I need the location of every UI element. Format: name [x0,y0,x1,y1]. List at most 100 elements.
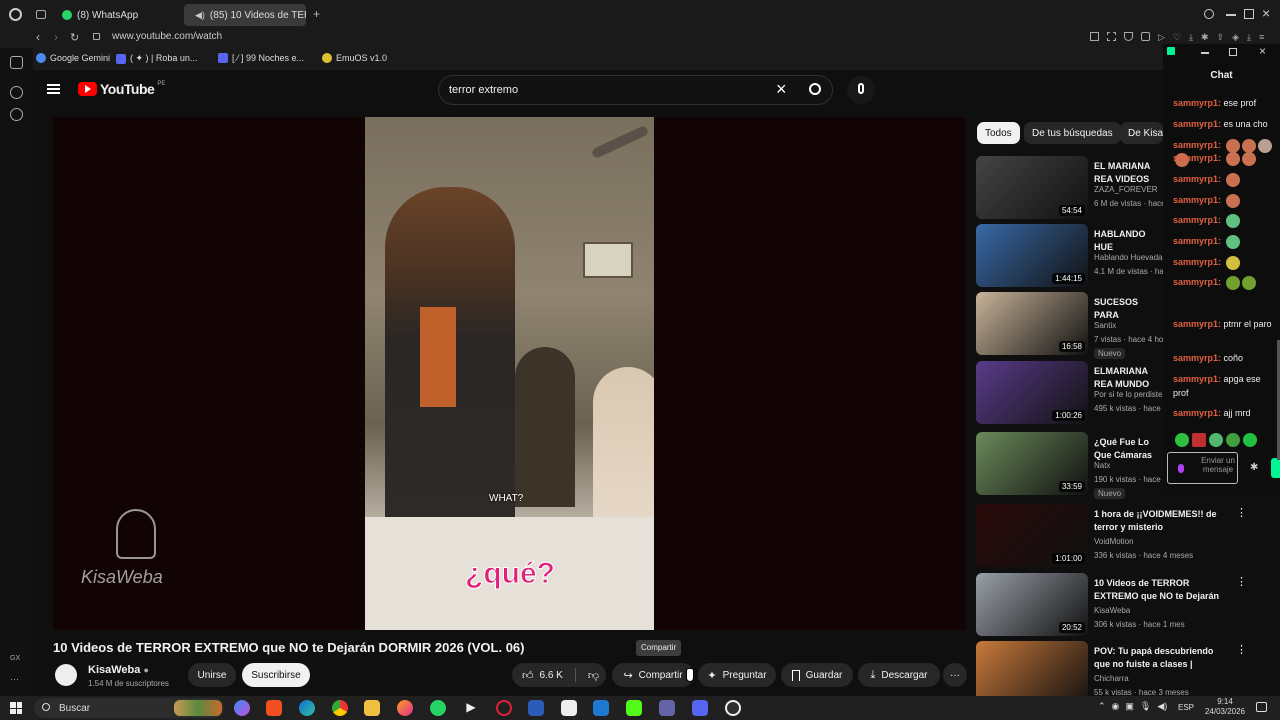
download-button[interactable]: ⤓ Descargar [858,663,940,687]
recommendation-title[interactable]: ¿Qué Fue Lo Que Cámaras Policía [1094,436,1156,462]
reload-icon[interactable]: ↻ [70,31,79,44]
recommendation-channel[interactable]: ZAZA_FOREVER [1094,185,1158,194]
video-thumbnail[interactable] [976,641,1088,704]
file-explorer-icon[interactable] [364,700,380,716]
chat-username[interactable]: sammyrp1: [1173,195,1221,205]
chat-input[interactable]: Enviar un mensaje [1167,452,1238,484]
chat-username[interactable]: sammyrp1: [1173,153,1221,163]
back-icon[interactable]: ‹ [36,30,40,44]
channel-name[interactable]: KisaWeba ● [88,664,149,676]
recommendation-title[interactable]: 10 Videos de TERROR EXTREMO que NO te De… [1094,577,1220,603]
taskbar-search[interactable]: Buscar [34,698,224,718]
chat-username[interactable]: sammyrp1: [1173,408,1221,418]
chat-maximize-button[interactable] [1229,48,1237,56]
share-button[interactable]: ↪ Compartir [612,663,694,687]
downloads-icon[interactable]: ⤓ [1247,32,1251,43]
video-frame[interactable]: WHAT? ¿qué? [365,117,654,630]
minimize-button[interactable] [1226,14,1236,16]
chat-username[interactable]: sammyrp1: [1173,257,1221,267]
search-input[interactable]: terror extremo [449,84,518,96]
recommendation-item[interactable]: 1:00:26 ELMARIANA REA MUNDO DEKBZPor si t… [976,361,1162,425]
url-field[interactable]: www.youtube.com/watch [112,31,222,42]
more-actions-button[interactable]: ··· [943,663,967,687]
recommendation-title[interactable]: HABLANDO HUE Duodécima Tem [1094,228,1156,254]
more-vert-icon[interactable]: ⋮ [1236,575,1247,588]
chip-de-kisaweba[interactable]: De KisaW [1120,122,1163,144]
teams-icon[interactable] [659,700,675,716]
bookmark-noches[interactable]: [ ⁄ ] 99 Noches e... [218,53,304,63]
chat-username[interactable]: sammyrp1: [1173,236,1221,246]
recommendation-channel[interactable]: Por si te lo perdiste [1094,390,1162,399]
vscode-icon[interactable] [593,700,609,716]
recommendation-channel[interactable]: Natx [1094,461,1110,470]
video-thumbnail[interactable]: 54:54 [976,156,1088,219]
chat-send-button[interactable] [1271,458,1280,478]
video-thumbnail[interactable]: 20:52 [976,573,1088,636]
new-tab-button[interactable]: + [313,7,320,21]
video-thumbnail[interactable]: 1:44:15 [976,224,1088,287]
obs-icon[interactable] [725,700,741,716]
settings-icon[interactable]: ✱ [1201,32,1209,43]
youtube-logo[interactable]: YouTube PE [78,81,165,97]
capcut-icon[interactable] [561,700,577,716]
play-icon[interactable]: ▷ [1158,32,1165,43]
edge-icon[interactable] [299,700,315,716]
media-player-icon[interactable]: ▶ [463,700,479,716]
bookmark-gemini[interactable]: Google Gemini [36,53,110,63]
video-thumbnail[interactable]: 33:59 [976,432,1088,495]
search-box[interactable]: terror extremo × [438,75,833,105]
emote-icon[interactable] [1226,433,1240,447]
emote-icon[interactable] [1243,433,1257,447]
heart-icon[interactable]: ♡ [1173,32,1181,43]
dislike-button[interactable]: 👎︎ [588,669,599,682]
tray-chevron-icon[interactable]: ⌃ [1098,701,1106,712]
recommendation-title[interactable]: SUCESOS PARA CAMARA 1 | San [1094,296,1156,322]
emote-icon[interactable] [1209,433,1223,447]
browser-logo-icon[interactable] [9,8,22,21]
shield-icon[interactable] [1124,32,1133,41]
tray-volume-icon[interactable]: ◀) [1157,701,1167,712]
word-icon[interactable] [528,700,544,716]
download-icon[interactable]: ⤓ [1189,32,1193,43]
voice-search-button[interactable] [847,76,875,104]
emote-icon[interactable] [1192,433,1206,447]
search-icon[interactable] [1204,9,1214,19]
recommendation-title[interactable]: 1 hora de ¡¡VOIDMEMES!! de terror y mist… [1094,508,1220,534]
ask-button[interactable]: ✦ Preguntar [698,663,776,687]
subscribe-button[interactable]: Suscribirse [242,663,310,687]
hamburger-menu-icon[interactable] [47,84,60,94]
recommendation-item[interactable]: 54:54 EL MARIANA REA VIDEOS DE TERRZAZA_F… [976,156,1166,220]
recommendation-title[interactable]: ELMARIANA REA MUNDO DEKBZ [1094,365,1156,391]
save-button[interactable]: Guardar [781,663,853,687]
chat-username[interactable]: sammyrp1: [1173,140,1221,150]
pin-icon[interactable] [1090,32,1099,41]
whatsapp-icon[interactable] [430,700,446,716]
join-button[interactable]: Unirse [188,663,236,687]
recommendation-title[interactable]: EL MARIANA REA VIDEOS DE TERR [1094,160,1156,186]
maximize-button[interactable] [1244,9,1254,19]
recommendation-channel[interactable]: Hablando Huevada [1094,253,1163,262]
menu-icon[interactable]: ≡ [1259,32,1264,43]
chat-username[interactable]: sammyrp1: [1173,119,1221,129]
start-icon[interactable] [10,702,22,714]
crop-icon[interactable] [1107,32,1116,41]
chat-close-button[interactable]: × [1259,44,1266,58]
discord-icon[interactable] [692,700,708,716]
opera-gx-icon[interactable] [496,700,512,716]
sidebar-gear-icon[interactable] [10,86,23,99]
recommendation-item[interactable]: 16:58 SUCESOS PARA CAMARA 1 | SanSantix 7 … [976,292,1163,359]
recommendation-item[interactable]: 33:59 ¿Qué Fue Lo Que Cámaras PolicíaNatx… [976,432,1161,499]
microphone-icon[interactable] [1178,464,1184,473]
chat-minimize-button[interactable] [1201,52,1209,54]
brave-icon[interactable] [266,700,282,716]
system-tray-icons[interactable]: ⌃ ◉ ▣ 🎙︎ ◀) [1098,701,1167,712]
emote-icon[interactable] [1175,433,1189,447]
more-vert-icon[interactable]: ⋮ [1236,643,1247,656]
chat-username[interactable]: sammyrp1: [1173,374,1221,384]
chat-username[interactable]: sammyrp1: [1173,215,1221,225]
sidebar-more-icon[interactable]: ··· [10,674,19,684]
recommendation-channel[interactable]: Chicharra [1094,674,1129,683]
chat-username[interactable]: sammyrp1: [1173,319,1221,329]
recommendation-channel[interactable]: Santix [1094,321,1116,330]
chip-todos[interactable]: Todos [977,122,1020,144]
